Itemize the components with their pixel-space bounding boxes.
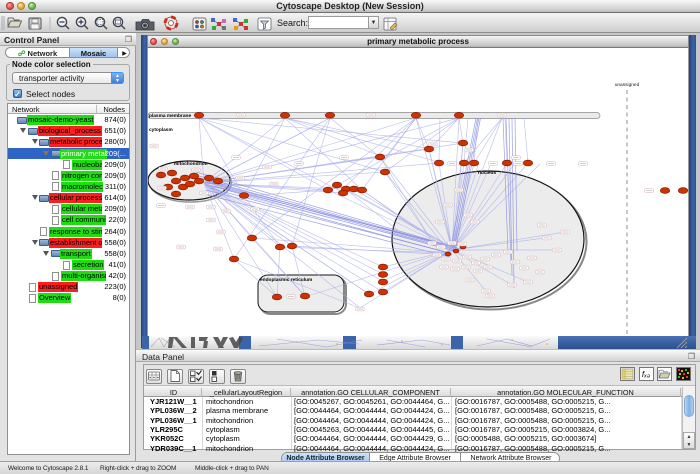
svg-text:nucleus: nucleus <box>478 170 496 176</box>
svg-text:plasma membrane: plasma membrane <box>149 113 191 119</box>
svg-text:unassigned: unassigned <box>615 82 640 88</box>
svg-text:cytoplasm: cytoplasm <box>149 127 173 133</box>
svg-text:mitochondrion: mitochondrion <box>174 161 208 167</box>
svg-text:endoplasmic reticulum: endoplasmic reticulum <box>260 277 312 283</box>
